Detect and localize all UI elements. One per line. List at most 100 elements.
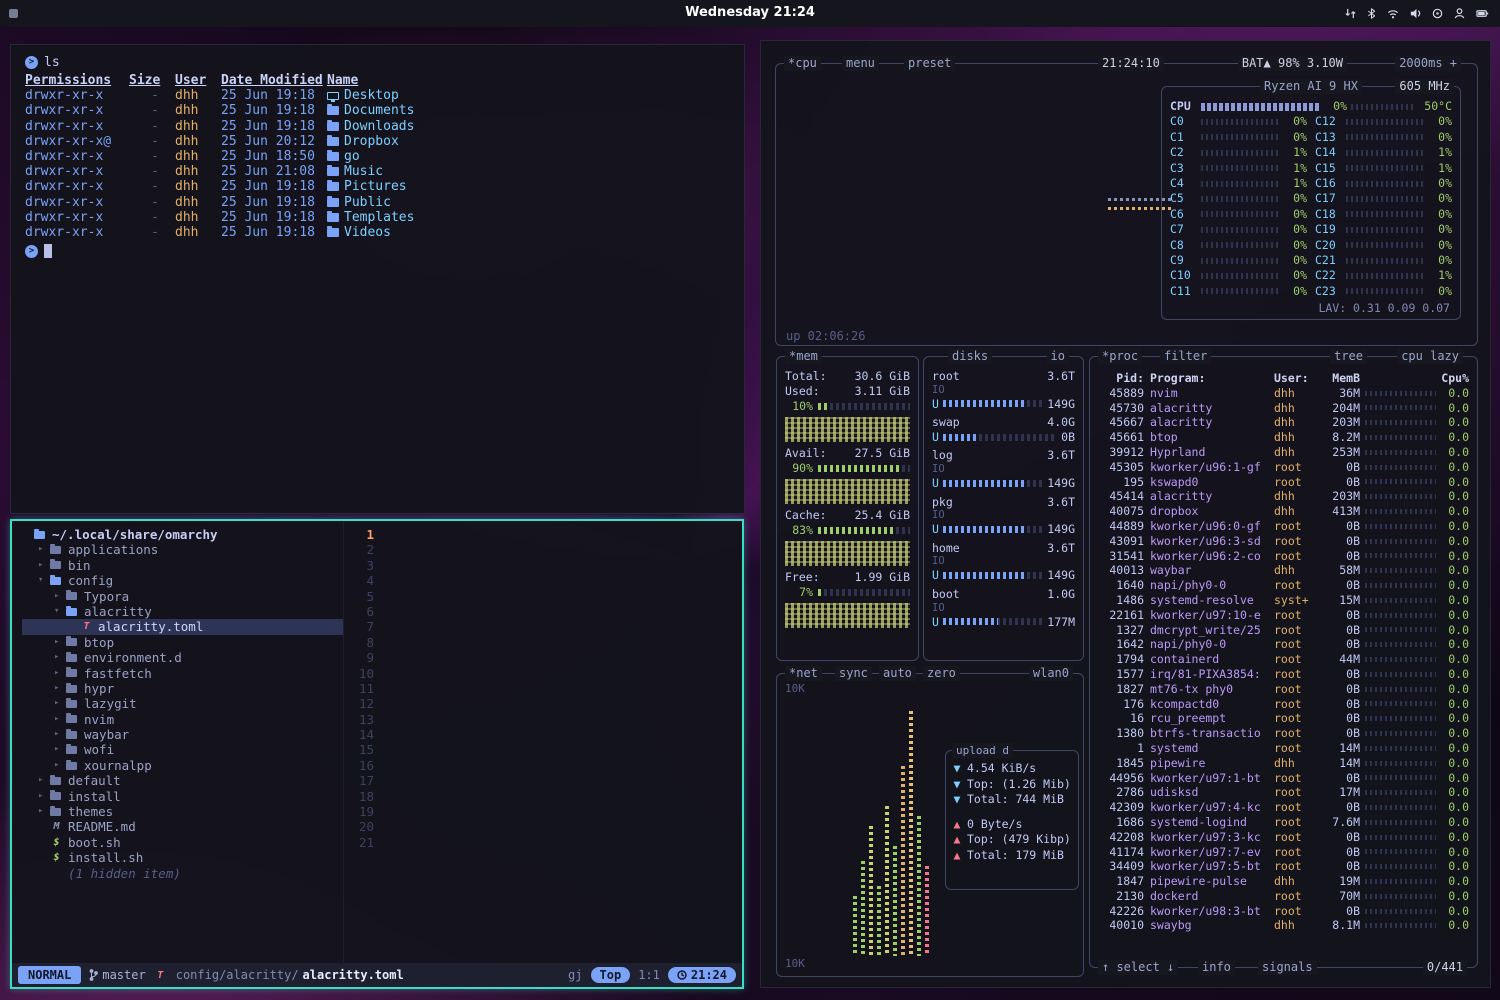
process-row[interactable]: 40075dropboxdhh413M0.0 <box>1098 504 1469 519</box>
code-line[interactable]: 10 <box>344 666 742 681</box>
code-line[interactable]: 14 <box>344 727 742 742</box>
tree-item[interactable]: ▸themes <box>22 804 343 819</box>
app-menu-icon[interactable] <box>9 9 18 18</box>
tree-item[interactable]: ▸waybar <box>22 727 343 742</box>
clock[interactable]: Wednesday 21:24 <box>685 5 815 20</box>
code-line[interactable]: 21 <box>344 835 742 850</box>
process-row[interactable]: 1640napi/phy0-0root0B0.0 <box>1098 578 1469 593</box>
tree-item[interactable]: README.md <box>22 819 343 834</box>
filter-button[interactable]: filter <box>1160 349 1211 364</box>
process-row[interactable]: 2786udisksdroot17M0.0 <box>1098 785 1469 800</box>
info-button[interactable]: info <box>1198 960 1235 975</box>
process-row[interactable]: 1794containerdroot44M0.0 <box>1098 652 1469 667</box>
chevron-icon[interactable]: ▸ <box>54 696 66 711</box>
tree-item[interactable]: ▸bin <box>22 558 343 573</box>
process-row[interactable]: 16rcu_preemptroot0B0.0 <box>1098 711 1469 726</box>
chevron-icon[interactable]: ▸ <box>38 789 50 804</box>
chevron-icon[interactable]: ▸ <box>54 727 66 742</box>
code-line[interactable]: 5 <box>344 589 742 604</box>
code-line[interactable]: 4 <box>344 573 742 588</box>
tree-item[interactable]: (1 hidden item) <box>22 866 343 881</box>
tree-item[interactable]: ▸lazygit <box>22 696 343 711</box>
chevron-icon[interactable]: ▸ <box>38 542 50 557</box>
header-cpu[interactable]: Cpu% <box>1441 371 1469 386</box>
process-row[interactable]: 41174kworker/u97:7-evroot0B0.0 <box>1098 845 1469 860</box>
chevron-icon[interactable]: ▸ <box>54 758 66 773</box>
process-row[interactable]: 1577irq/81-PIXA3854:root0B0.0 <box>1098 667 1469 682</box>
process-row[interactable]: 45667alacrittydhh203M0.0 <box>1098 415 1469 430</box>
code-line[interactable]: 8 <box>344 635 742 650</box>
process-row[interactable]: 31541kworker/u96:2-coroot0B0.0 <box>1098 549 1469 564</box>
tree-item[interactable]: alacritty.toml <box>22 619 343 634</box>
sync-arrows-icon[interactable] <box>1344 7 1357 20</box>
chevron-icon[interactable]: ▸ <box>54 712 66 727</box>
tree-item[interactable]: ▸install <box>22 789 343 804</box>
tree-item[interactable]: ▾config <box>22 573 343 588</box>
process-row[interactable]: 2130dockerdroot70M0.0 <box>1098 889 1469 904</box>
chevron-icon[interactable]: ▸ <box>38 804 50 819</box>
header-user[interactable]: User: <box>1274 371 1318 386</box>
volume-icon[interactable] <box>1409 7 1422 20</box>
process-row[interactable]: 44956kworker/u97:1-btroot0B0.0 <box>1098 771 1469 786</box>
net-auto-button[interactable]: auto <box>879 666 916 681</box>
process-row[interactable]: 42208kworker/u97:3-kcroot0B0.0 <box>1098 830 1469 845</box>
process-row[interactable]: 34409kworker/u97:5-btroot0B0.0 <box>1098 859 1469 874</box>
process-row[interactable]: 1847pipewire-pulsedhh19M0.0 <box>1098 874 1469 889</box>
code-line[interactable]: 1 <box>344 527 742 542</box>
process-row[interactable]: 45889nvimdhh36M0.0 <box>1098 386 1469 401</box>
tree-item[interactable]: ▸hypr <box>22 681 343 696</box>
tree-item[interactable]: ▸applications <box>22 542 343 557</box>
header-memory[interactable]: MemB <box>1318 371 1360 386</box>
code-line[interactable]: 19 <box>344 804 742 819</box>
preset-button[interactable]: preset <box>904 56 955 71</box>
process-row[interactable]: 45661btopdhh8.2M0.0 <box>1098 430 1469 445</box>
tree-item[interactable]: ▸nvim <box>22 712 343 727</box>
code-line[interactable]: 6 <box>344 604 742 619</box>
proc-box-tag[interactable]: *proc <box>1098 349 1142 364</box>
bluetooth-icon[interactable] <box>1366 7 1377 20</box>
chevron-icon[interactable]: ▸ <box>38 773 50 788</box>
chevron-icon[interactable]: ▾ <box>54 604 66 619</box>
net-box-tag[interactable]: *net <box>785 666 822 681</box>
chevron-icon[interactable]: ▸ <box>38 558 50 573</box>
code-line[interactable]: 20 <box>344 819 742 834</box>
chevron-icon[interactable]: ▾ <box>38 573 50 588</box>
update-interval[interactable]: 2000ms + <box>1395 56 1461 71</box>
tree-item[interactable]: ▸environment.d <box>22 650 343 665</box>
process-row[interactable]: 39912Hyprlanddhh253M0.0 <box>1098 445 1469 460</box>
user-icon[interactable] <box>1453 7 1466 20</box>
code-line[interactable]: 11 <box>344 681 742 696</box>
mem-box-tag[interactable]: *mem <box>785 349 822 364</box>
chevron-icon[interactable]: ▸ <box>54 681 66 696</box>
chevron-icon[interactable]: ▸ <box>54 635 66 650</box>
code-line[interactable]: 15 <box>344 742 742 757</box>
sort-selector[interactable]: cpu lazy <box>1397 349 1463 364</box>
process-row[interactable]: 45730alacrittydhh204M0.0 <box>1098 401 1469 416</box>
process-row[interactable]: 40010swaybgdhh8.1M0.0 <box>1098 918 1469 933</box>
code-line[interactable]: 3 <box>344 558 742 573</box>
code-line[interactable]: 18 <box>344 789 742 804</box>
process-row[interactable]: 45414alacrittydhh203M0.0 <box>1098 489 1469 504</box>
chevron-icon[interactable]: ▸ <box>54 650 66 665</box>
status-circle-icon[interactable] <box>1431 7 1444 20</box>
process-row[interactable]: 1845pipewiredhh14M0.0 <box>1098 756 1469 771</box>
battery-icon[interactable] <box>1475 7 1490 20</box>
code-line[interactable]: 2 <box>344 542 742 557</box>
process-row[interactable]: 1827mt76-tx phy0root0B0.0 <box>1098 682 1469 697</box>
tree-item[interactable]: boot.sh <box>22 835 343 850</box>
tree-item[interactable]: ▸xournalpp <box>22 758 343 773</box>
process-row[interactable]: 1486systemd-resolvesyst+15M0.0 <box>1098 593 1469 608</box>
code-line[interactable]: 7 <box>344 619 742 634</box>
code-line[interactable]: 16 <box>344 758 742 773</box>
process-row[interactable]: 40013waybardhh58M0.0 <box>1098 563 1469 578</box>
process-row[interactable]: 1380btrfs-transactioroot0B0.0 <box>1098 726 1469 741</box>
cpu-box-tag[interactable]: *cpu <box>784 56 821 71</box>
tree-item[interactable]: ▸fastfetch <box>22 666 343 681</box>
net-interface[interactable]: wlan0 <box>1029 666 1073 681</box>
process-row[interactable]: 42226kworker/u98:3-btroot0B0.0 <box>1098 904 1469 919</box>
tree-item[interactable]: ▸btop <box>22 635 343 650</box>
process-row[interactable]: 1642napi/phy0-0root0B0.0 <box>1098 637 1469 652</box>
net-zero-button[interactable]: zero <box>923 666 960 681</box>
code-line[interactable]: 9 <box>344 650 742 665</box>
header-program[interactable]: Program: <box>1150 371 1274 386</box>
